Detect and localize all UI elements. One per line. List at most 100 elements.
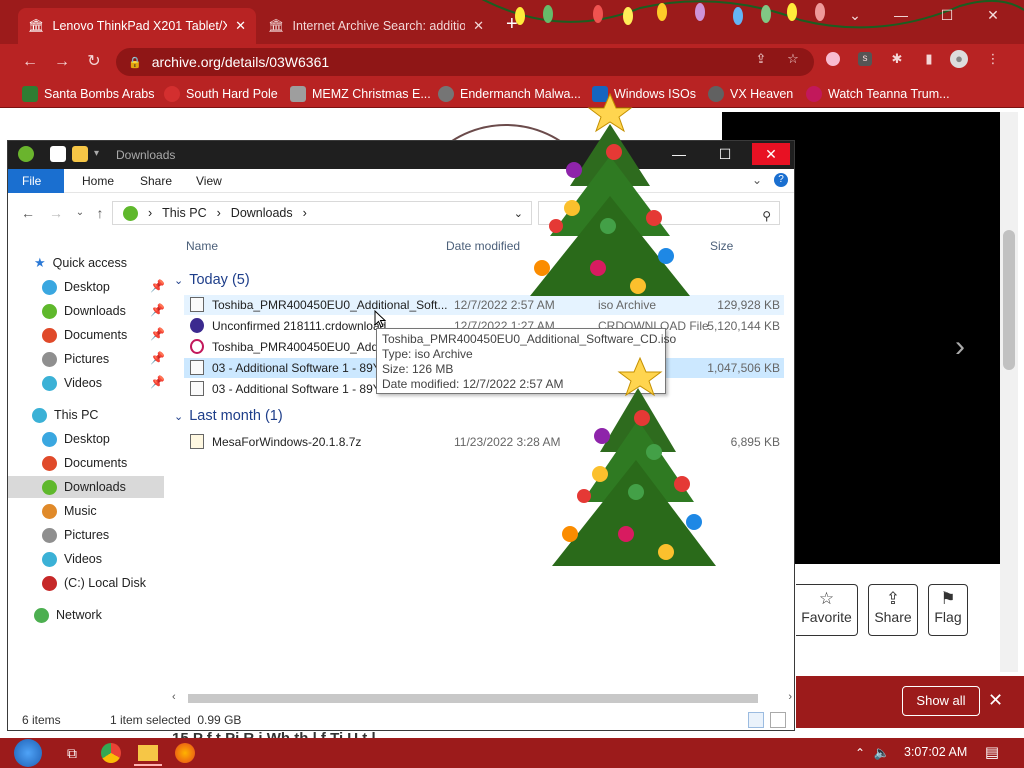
nav-item-downloads-selected[interactable]: Downloads [8,476,164,498]
favorite-button[interactable]: ☆ Favorite [796,584,858,636]
nav-label: Pictures [64,352,110,366]
close-window-button[interactable]: ✕ [970,0,1016,32]
tab-close-icon[interactable]: ✕ [473,18,484,34]
videos-icon [42,375,57,391]
computer-icon [32,407,47,423]
large-icons-view-icon[interactable] [770,712,786,728]
extensions-puzzle-icon[interactable]: ✱ [888,50,906,68]
task-view-icon[interactable]: ⧉ [62,743,82,763]
nav-item-videos[interactable]: Videos [8,548,164,570]
nav-item-pictures[interactable]: Pictures [8,524,164,546]
star-icon: ★ [34,255,46,270]
tab-file[interactable]: File [8,169,64,193]
nav-item-music[interactable]: Music [8,500,164,522]
bookmark-item[interactable]: MEMZ Christmas E... [290,85,431,103]
forward-arrow-icon[interactable]: → [50,50,74,74]
file-explorer-taskbar-icon[interactable] [134,745,162,766]
nav-item-downloads[interactable]: Downloads 📌 [8,300,165,322]
star-icon: ☆ [818,589,835,608]
scroll-left-icon[interactable]: ‹ [172,691,176,703]
nav-item-documents[interactable]: Documents 📌 [8,324,165,346]
share-button[interactable]: ⇪ Share [868,584,918,636]
iso-file-icon [190,360,204,375]
reload-icon[interactable]: ↻ [82,50,106,74]
extension-s-icon[interactable]: s [858,52,872,66]
properties-icon[interactable] [50,146,66,162]
bookmark-item[interactable]: South Hard Pole [164,85,278,103]
banner-close-icon[interactable]: ✕ [988,690,1003,711]
bookmark-item[interactable]: Santa Bombs Arabs [22,85,154,103]
new-tab-button[interactable]: + [506,12,518,36]
start-orb-icon[interactable] [14,739,42,767]
nav-item-network[interactable]: Network [8,604,164,626]
new-folder-icon[interactable] [72,146,88,162]
tab-close-icon[interactable]: ✕ [235,18,246,34]
extension-flag-icon[interactable] [826,52,840,66]
back-arrow-icon[interactable]: ← [18,50,42,74]
column-header-size[interactable]: Size [710,239,733,259]
tab-title: Internet Archive Search: additio [292,19,466,33]
show-all-button[interactable]: Show all [902,686,980,716]
tab-home[interactable]: Home [68,169,128,193]
explorer-address-bar[interactable]: › This PC › Downloads › ⌄ [112,201,532,225]
share-page-icon[interactable]: ⇪ [752,50,770,68]
nav-item-desktop[interactable]: Desktop 📌 [8,276,165,298]
quick-access-dropdown-icon[interactable]: ▾ [94,148,99,159]
recent-locations-icon[interactable]: ⌄ [72,205,88,221]
group-header-last-month[interactable]: ⌄ Last month (1) [174,405,283,427]
nav-item-quick-access[interactable]: ★ Quick access [8,252,164,274]
tab-active[interactable]: 🏛 Lenovo ThinkPad X201 Tablet/X2 ✕ [18,8,256,44]
scroll-right-icon[interactable]: › [788,691,792,703]
explorer-close-button[interactable]: ✕ [752,143,790,165]
column-header-name[interactable]: Name [186,239,218,259]
chrome-taskbar-icon[interactable] [101,743,121,763]
column-header-date[interactable]: Date modified [446,239,520,259]
bookmark-item[interactable]: VX Heaven [708,85,793,103]
bookmark-star-icon[interactable]: ☆ [784,50,802,68]
nav-item-local-disk[interactable]: (C:) Local Disk [8,572,164,594]
tab-search-icon[interactable]: ⌄ [832,0,878,32]
horizontal-scrollbar[interactable]: ‹ › [168,691,792,707]
flag-button[interactable]: ⚑ Flag [928,584,968,636]
show-hidden-icons-icon[interactable]: ⌃ [850,743,870,763]
nav-item-pictures[interactable]: Pictures 📌 [8,348,165,370]
notifications-icon[interactable]: ▤ [982,743,1002,763]
explorer-maximize-button[interactable]: ☐ [706,143,744,165]
horizontal-scroll-thumb[interactable] [188,694,758,703]
breadcrumb-this-pc[interactable]: This PC [162,206,206,220]
videos-icon [42,551,57,567]
explorer-forward-icon[interactable]: → [48,205,64,221]
tab-inactive[interactable]: 🏛 Internet Archive Search: additio ✕ [258,8,494,44]
maximize-button[interactable]: ☐ [924,0,970,32]
nav-item-documents[interactable]: Documents [8,452,164,474]
address-bar[interactable]: 🔒 archive.org/details/03W6361 [116,48,814,76]
explorer-back-icon[interactable]: ← [20,205,36,221]
group-header-today[interactable]: ⌄ Today (5) [174,269,250,291]
details-view-icon[interactable] [748,712,764,728]
tab-view[interactable]: View [182,169,236,193]
firefox-taskbar-icon[interactable] [175,743,195,763]
nav-label: Quick access [52,256,127,270]
bookmark-label: Watch Teanna Trum... [828,87,950,101]
pictures-icon [42,527,57,543]
taskbar-clock[interactable]: 3:07:02 AM [904,745,967,759]
up-folder-icon[interactable]: ↑ [92,205,108,221]
bookmark-item[interactable]: Watch Teanna Trum... [806,85,950,103]
tab-share[interactable]: Share [126,169,186,193]
nav-item-this-pc[interactable]: This PC [8,404,164,426]
nav-item-desktop[interactable]: Desktop [8,428,164,450]
minimize-button[interactable]: — [878,0,924,32]
page-scrollbar[interactable] [1000,112,1018,672]
ribbon-expand-chevron-icon[interactable]: ⌄ [752,173,762,187]
side-panel-icon[interactable]: ▮ [920,50,938,68]
volume-icon[interactable]: 🔈 [872,743,892,763]
downloads-icon [42,303,57,319]
help-icon[interactable]: ? [774,173,788,187]
share-icon: ⇪ [885,589,901,608]
menu-kebab-icon[interactable]: ⋮ [984,50,1002,68]
next-image-arrow-icon[interactable]: › [955,330,965,364]
breadcrumb-downloads[interactable]: Downloads [231,206,293,220]
scrollbar-thumb[interactable] [1003,230,1015,370]
nav-item-videos[interactable]: Videos 📌 [8,372,165,394]
profile-avatar-icon[interactable]: ● [950,50,968,68]
